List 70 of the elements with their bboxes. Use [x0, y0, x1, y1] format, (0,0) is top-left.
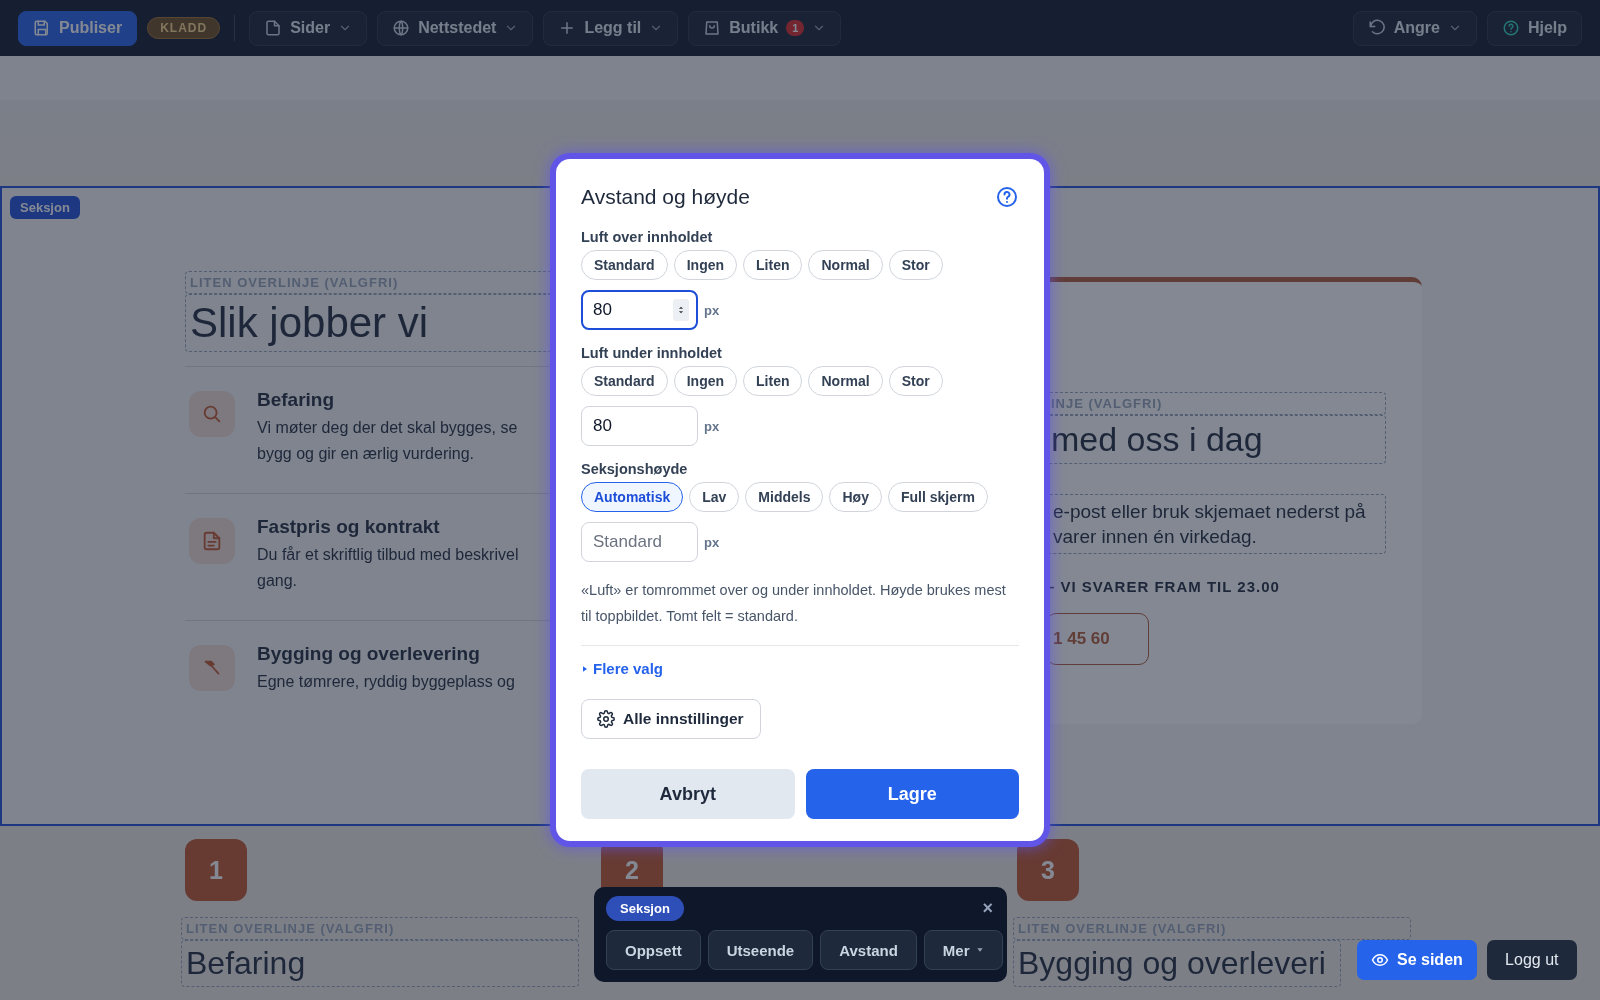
caret-down-icon	[975, 946, 984, 954]
section-badge: Seksjon	[10, 196, 80, 219]
close-button[interactable]: ×	[980, 898, 995, 919]
draft-badge: KLADD	[147, 17, 221, 39]
bag-icon	[703, 19, 722, 37]
unit-label: px	[704, 418, 720, 434]
settings-button[interactable]: Alle innstillinger	[581, 699, 761, 739]
option-chip[interactable]: Normal	[808, 366, 883, 396]
help-button[interactable]: Hjelp	[1486, 10, 1582, 46]
toolbar-button[interactable]: Avstand	[820, 930, 917, 970]
option-chip[interactable]: Ingen	[673, 366, 738, 396]
number-field[interactable]: 80	[581, 406, 698, 446]
triangle-right-icon	[581, 664, 589, 673]
menu-button[interactable]: Butikk 1	[688, 10, 842, 46]
step-title: Fastpris og kontrakt	[257, 516, 441, 538]
option-chip[interactable]: Liten	[743, 366, 803, 396]
number-field[interactable]: Standard	[581, 522, 698, 562]
option-chip[interactable]: Standard	[581, 366, 668, 396]
heading-field[interactable]: Befaring	[181, 940, 579, 987]
help-icon	[1501, 19, 1520, 37]
option-chip[interactable]: Full skjerm	[887, 482, 988, 512]
save-button[interactable]: Lagre	[805, 769, 1019, 819]
option-chip[interactable]: Ingen	[673, 250, 738, 280]
cancel-button[interactable]: Avbryt	[581, 769, 795, 819]
step-text: Du får et skriftlig tilbud med beskrivel gang.	[257, 545, 519, 591]
field-label: Luft under innholdet	[581, 345, 723, 361]
option-chip[interactable]: Høy	[829, 482, 882, 512]
number-field[interactable]: 80	[581, 290, 698, 330]
field-label: Seksjonshøyde	[581, 461, 689, 477]
section-badge: Seksjon	[606, 896, 684, 921]
toolbar-button[interactable]: Mer	[923, 930, 1003, 970]
option-chip[interactable]: Stor	[888, 366, 943, 396]
help-icon[interactable]	[995, 185, 1019, 209]
option-chip[interactable]: Lav	[689, 482, 740, 512]
step-number: 1	[185, 839, 247, 901]
option-chip[interactable]: Automatisk	[581, 482, 684, 512]
option-chip[interactable]: Standard	[581, 250, 668, 280]
logout-button[interactable]: Logg ut	[1486, 940, 1577, 980]
menu-button[interactable]: Nettstedet	[377, 10, 534, 46]
step-number: 3	[1017, 839, 1079, 901]
step-text: Egne tømrere, ryddig byggeplass og	[257, 672, 515, 692]
dialog-title: Avstand og høyde	[581, 185, 750, 209]
option-chip[interactable]: Liten	[743, 250, 803, 280]
eye-icon	[1371, 951, 1389, 969]
menu-button[interactable]: Sider	[249, 10, 368, 46]
undo-button[interactable]: Angre	[1352, 10, 1477, 46]
option-chip[interactable]: Normal	[808, 250, 883, 280]
view-site-button[interactable]: Se siden	[1357, 940, 1477, 980]
settings-icon	[597, 710, 615, 728]
step-title: Bygging og overlevering	[257, 643, 481, 665]
menu-button[interactable]: Legg til	[543, 10, 679, 46]
option-chip[interactable]: Middels	[745, 482, 824, 512]
undo-icon	[1367, 19, 1386, 37]
toolbar-button[interactable]: Oppsett	[606, 930, 701, 970]
document-icon	[201, 530, 223, 552]
unit-label: px	[704, 534, 720, 550]
toolbar-button[interactable]: Utseende	[707, 930, 814, 970]
option-chip[interactable]: Stor	[888, 250, 943, 280]
step-text: Vi møter deg der det skal bygges, se bygg og gir en ærlig vurdering.	[257, 418, 518, 464]
count-badge: 1	[786, 20, 805, 36]
search-icon	[201, 403, 223, 425]
save-icon	[33, 19, 51, 37]
hint-text: «Luft» er tomrommet over og under innholdet. Høyde brukes mest til toppbildet. Tomt felt = standard.	[581, 581, 1007, 626]
step-title: Befaring	[257, 389, 336, 411]
file-icon	[264, 19, 283, 37]
globe-icon	[392, 19, 411, 37]
unit-label: px	[704, 302, 720, 318]
field-label: Luft over innholdet	[581, 229, 714, 245]
more-options-link[interactable]: Flere valg	[581, 660, 664, 677]
heading-field[interactable]: Bygging og overleveri	[1013, 940, 1341, 987]
